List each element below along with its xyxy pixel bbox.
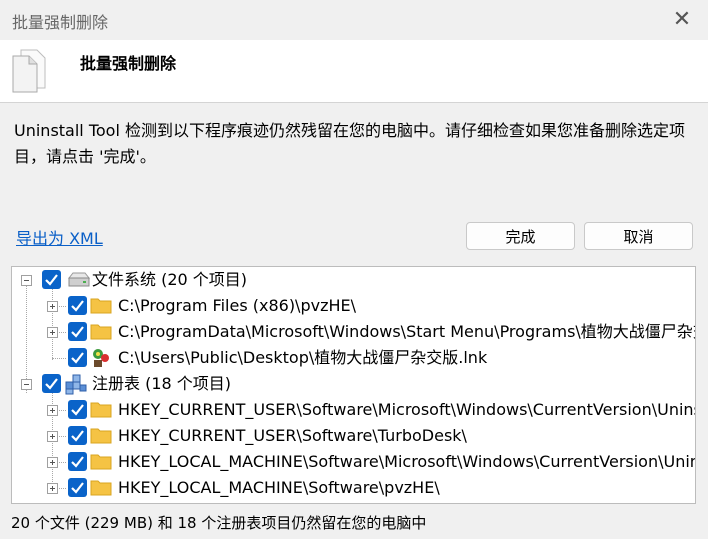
collapse-toggle[interactable] xyxy=(21,379,32,390)
checkbox[interactable] xyxy=(68,348,87,367)
checkbox[interactable] xyxy=(42,270,61,289)
traces-tree[interactable]: 文件系统 (20 个项目) C:\Program Files (x86)\pvz… xyxy=(11,266,696,504)
drive-icon xyxy=(67,272,91,287)
expand-toggle[interactable] xyxy=(47,483,58,494)
folder-icon xyxy=(90,480,112,496)
checkbox[interactable] xyxy=(42,374,61,393)
tree-item[interactable]: HKEY_CURRENT_USER\Software\Microsoft\Win… xyxy=(12,397,695,423)
tree-group-label: 注册表 (18 个项目) xyxy=(92,374,232,393)
game-shortcut-icon xyxy=(93,349,109,367)
expand-toggle[interactable] xyxy=(47,301,58,312)
checkbox[interactable] xyxy=(68,296,87,315)
tree-group-registry[interactable]: 注册表 (18 个项目) xyxy=(12,371,695,397)
documents-icon xyxy=(12,49,46,93)
tree-item[interactable]: HKEY_CURRENT_USER\Software\TurboDesk\ xyxy=(12,423,695,449)
tree-item-label: HKEY_LOCAL_MACHINE\Software\Microsoft\Wi… xyxy=(118,452,696,471)
status-text: 20 个文件 (229 MB) 和 18 个注册表项目仍然留在您的电脑中 xyxy=(11,514,427,532)
expand-toggle[interactable] xyxy=(47,405,58,416)
checkbox[interactable] xyxy=(68,452,87,471)
folder-icon xyxy=(90,402,112,418)
tree-item-label: HKEY_LOCAL_MACHINE\Software\pvzHE\ xyxy=(118,478,440,497)
tree-item-label: C:\ProgramData\Microsoft\Windows\Start M… xyxy=(118,322,696,341)
checkbox[interactable] xyxy=(68,478,87,497)
tree-item[interactable]: HKEY_LOCAL_MACHINE\Software\pvzHE\ xyxy=(12,475,695,501)
checkbox[interactable] xyxy=(68,426,87,445)
folder-icon xyxy=(90,298,112,314)
tree-item[interactable]: C:\ProgramData\Microsoft\Windows\Start M… xyxy=(12,319,695,345)
folder-icon xyxy=(90,428,112,444)
header-title: 批量强制删除 xyxy=(80,54,177,73)
tree-item-label: C:\Users\Public\Desktop\植物大战僵尸杂交版.lnk xyxy=(118,348,488,367)
folder-icon xyxy=(90,324,112,340)
expand-toggle[interactable] xyxy=(47,431,58,442)
close-icon[interactable]: ✕ xyxy=(670,8,694,32)
tree-item-label: HKEY_CURRENT_USER\Software\Microsoft\Win… xyxy=(118,400,696,419)
tree-group-label: 文件系统 (20 个项目) xyxy=(92,270,248,289)
tree-item-label: C:\Program Files (x86)\pvzHE\ xyxy=(118,296,356,315)
expand-toggle[interactable] xyxy=(47,327,58,338)
tree-item[interactable]: C:\Program Files (x86)\pvzHE\ xyxy=(12,293,695,319)
cancel-button[interactable]: 取消 xyxy=(584,222,693,250)
tree-item[interactable]: C:\Users\Public\Desktop\植物大战僵尸杂交版.lnk xyxy=(12,345,695,371)
export-xml-link[interactable]: 导出为 XML xyxy=(16,225,103,249)
title-bar: 批量强制删除 ✕ xyxy=(0,0,708,40)
window-title: 批量强制删除 xyxy=(12,13,109,32)
dialog-header: 批量强制删除 xyxy=(0,40,708,103)
checkbox[interactable] xyxy=(68,322,87,341)
checkbox[interactable] xyxy=(68,400,87,419)
collapse-toggle[interactable] xyxy=(21,275,32,286)
tree-item[interactable]: HKEY_LOCAL_MACHINE\Software\Microsoft\Wi… xyxy=(12,449,695,475)
folder-icon xyxy=(90,454,112,470)
registry-icon xyxy=(65,374,87,395)
done-button[interactable]: 完成 xyxy=(466,222,575,250)
description-text: Uninstall Tool 检测到以下程序痕迹仍然残留在您的电脑中。请仔细检查… xyxy=(14,121,685,166)
tree-item-label: HKEY_CURRENT_USER\Software\TurboDesk\ xyxy=(118,426,467,445)
expand-toggle[interactable] xyxy=(47,457,58,468)
tree-group-filesystem[interactable]: 文件系统 (20 个项目) xyxy=(12,267,695,293)
